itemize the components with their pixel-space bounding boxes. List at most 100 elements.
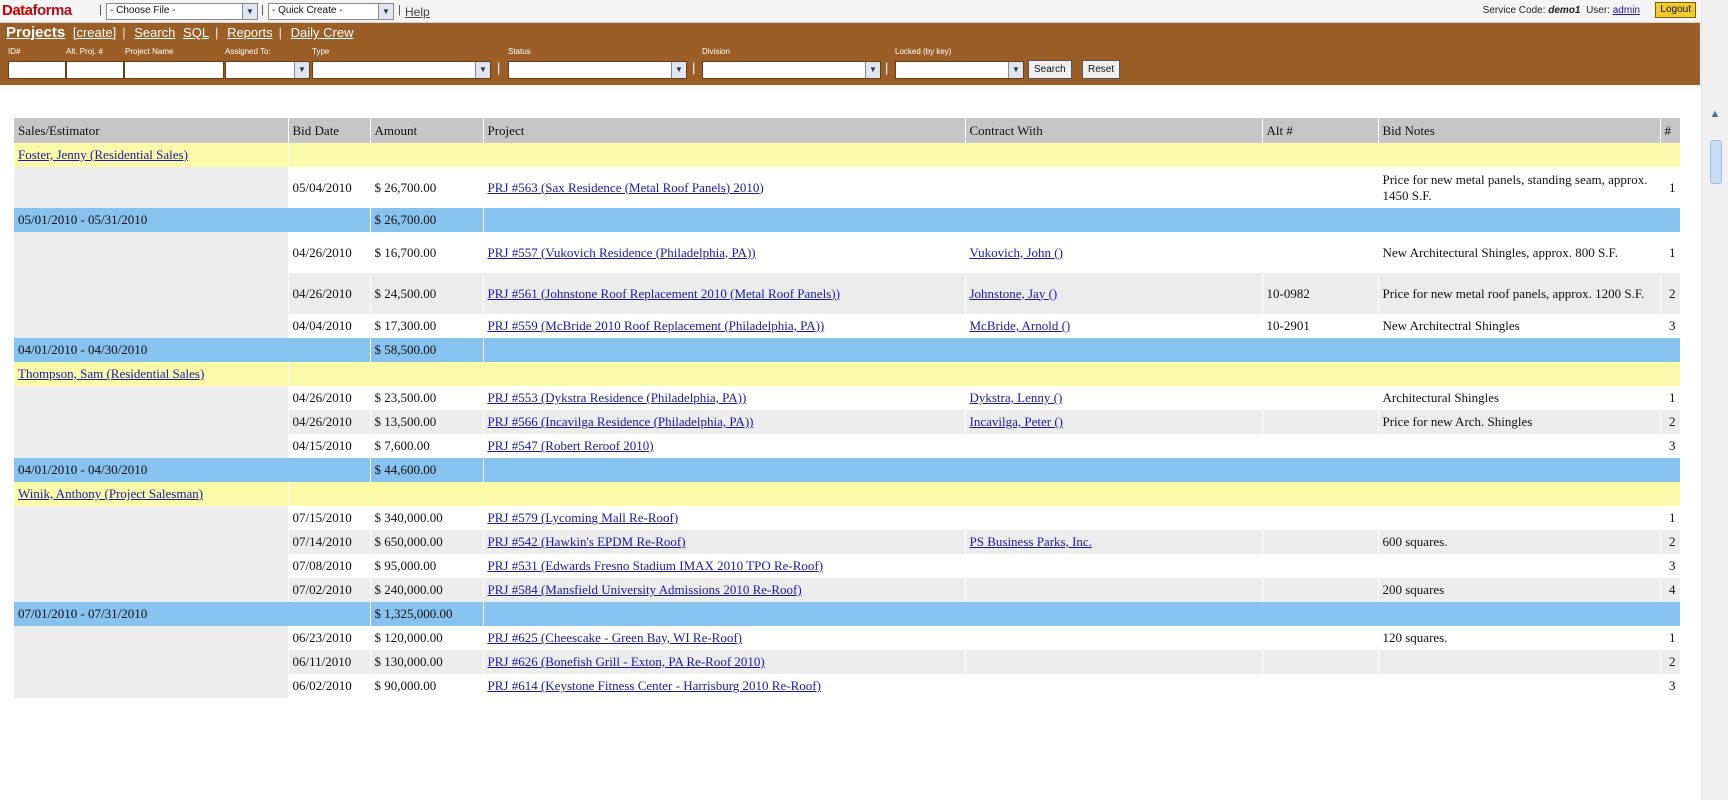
separator: |: [497, 60, 501, 75]
contract-cell-link[interactable]: Johnstone, Jay (): [970, 286, 1058, 301]
project-cell-link[interactable]: PRJ #553 (Dykstra Residence (Philadelphi…: [488, 390, 747, 405]
project-cell: PRJ #579 (Lycoming Mall Re-Roof): [483, 506, 966, 530]
project-cell-link[interactable]: PRJ #579 (Lycoming Mall Re-Roof): [488, 510, 679, 525]
table-row[interactable]: 06/11/2010 $ 130,000.00 PRJ #626 (Bonefish…: [14, 650, 1681, 674]
bid-notes-cell-text: 120 squares.: [1382, 630, 1448, 645]
contract-cell-link[interactable]: Vukovich, John (): [970, 245, 1063, 260]
table-row[interactable]: 07/08/2010 $ 95,000.00 PRJ #531 (Edwards F…: [14, 554, 1681, 578]
type-select[interactable]: ▼: [312, 61, 491, 79]
help-link[interactable]: Help: [405, 5, 430, 19]
table-row[interactable]: 07/14/2010 $ 650,000.00 PRJ #542 (Hawkin's…: [14, 530, 1681, 554]
project-name-label: Project Name: [125, 47, 174, 56]
search-button[interactable]: Search: [1028, 60, 1072, 79]
alt-cell: [1262, 386, 1379, 410]
logout-button[interactable]: Logout: [1655, 2, 1696, 18]
column-header[interactable]: Sales/Estimator: [14, 118, 289, 143]
estimator-empty-cell: [14, 578, 289, 602]
table-row[interactable]: 05/04/2010 $ 26,700.00 PRJ #563 (Sax Resid…: [14, 167, 1681, 208]
bid-date-cell: 04/26/2010: [288, 410, 371, 434]
table-row[interactable]: 04/26/2010 $ 16,700.00 PRJ #557 (Vukovich …: [14, 232, 1681, 273]
top-toolbar: Dataforma | - Choose File - ▼ | - Quick …: [0, 0, 1700, 23]
amount-cell: $ 130,000.00: [370, 650, 484, 674]
app-logo: Dataforma: [2, 2, 72, 19]
scroll-up-icon[interactable]: ▲: [1708, 108, 1722, 122]
table-row[interactable]: 06/23/2010 $ 120,000.00 PRJ #625 (Cheescak…: [14, 626, 1681, 650]
vertical-scrollbar[interactable]: ▲: [1701, 0, 1728, 800]
table-row[interactable]: 07/15/2010 $ 340,000.00 PRJ #579 (Lycoming…: [14, 506, 1681, 530]
project-cell-link[interactable]: PRJ #561 (Johnstone Roof Replacement 201…: [488, 286, 840, 301]
project-cell-link[interactable]: PRJ #626 (Bonefish Grill - Exton, PA Re-…: [488, 654, 765, 669]
assigned-to-select[interactable]: ▼: [225, 61, 310, 79]
contract-cell: PS Business Parks, Inc.: [965, 530, 1263, 554]
user-link[interactable]: admin: [1613, 5, 1640, 16]
amount-cell-text: $ 24,500.00: [374, 285, 437, 301]
project-cell-link[interactable]: PRJ #559 (McBride 2010 Roof Replacement …: [488, 318, 825, 333]
column-header[interactable]: Bid Date: [288, 118, 371, 143]
estimator-cell-link[interactable]: Foster, Jenny (Residential Sales): [18, 147, 188, 162]
column-header[interactable]: Project: [483, 118, 966, 143]
contract-cell-link[interactable]: PS Business Parks, Inc.: [970, 534, 1092, 549]
separator: |: [99, 4, 102, 16]
bid-notes-cell-text: 600 squares.: [1382, 534, 1448, 549]
projects-link[interactable]: Projects: [6, 24, 65, 41]
project-name-input[interactable]: [124, 61, 224, 79]
row-number-cell-text: 3: [1669, 318, 1676, 333]
quick-create-select[interactable]: - Quick Create - ▼: [268, 3, 394, 20]
column-header[interactable]: Contract With: [965, 118, 1263, 143]
row-number-cell: 1: [1660, 167, 1681, 208]
chevron-down-icon: ▼: [378, 4, 393, 19]
project-cell-link[interactable]: PRJ #557 (Vukovich Residence (Philadelph…: [488, 245, 756, 260]
alt-cell: [1262, 674, 1379, 698]
table-row[interactable]: 06/02/2010 $ 90,000.00 PRJ #614 (Keystone …: [14, 674, 1681, 698]
estimator-cell-link[interactable]: Thompson, Sam (Residential Sales): [18, 366, 204, 381]
column-header[interactable]: #: [1660, 118, 1681, 143]
amount-cell-text: $ 95,000.00: [374, 558, 437, 573]
contract-cell-link[interactable]: Incavilga, Peter (): [970, 414, 1063, 429]
amount-cell: $ 240,000.00: [370, 578, 484, 602]
table-row[interactable]: 04/26/2010 $ 23,500.00 PRJ #553 (Dykstra R…: [14, 386, 1681, 410]
period-range-cell-text: 04/01/2010 - 04/30/2010: [18, 342, 148, 357]
table-row[interactable]: 04/04/2010 $ 17,300.00 PRJ #559 (McBride 2…: [14, 314, 1681, 338]
reports-link[interactable]: Reports: [227, 25, 273, 40]
reset-button[interactable]: Reset: [1082, 60, 1121, 79]
row-number-cell: 3: [1660, 554, 1681, 578]
row-number-cell: 2: [1660, 650, 1681, 674]
column-header[interactable]: Bid Notes: [1378, 118, 1661, 143]
sql-link[interactable]: SQL: [183, 25, 209, 40]
search-link[interactable]: Search: [134, 25, 175, 40]
project-cell-link[interactable]: PRJ #614 (Keystone Fitness Center - Harr…: [488, 678, 821, 693]
table-row[interactable]: 04/15/2010 $ 7,600.00 PRJ #547 (Robert Rer…: [14, 434, 1681, 458]
locked-select[interactable]: ▼: [895, 61, 1024, 79]
scrollbar-thumb[interactable]: [1710, 140, 1722, 184]
nav-links: Projects [create] | Search SQL | Reports | …: [6, 24, 354, 41]
estimator-empty-cell: [14, 626, 289, 650]
bid-date-cell-text: 06/02/2010: [292, 678, 352, 693]
project-cell-link[interactable]: PRJ #566 (Incavilga Residence (Philadelp…: [488, 414, 754, 429]
project-cell-link[interactable]: PRJ #584 (Mansfield University Admission…: [488, 582, 802, 597]
bid-notes-cell: Price for new metal panels, standing sea…: [1378, 167, 1661, 208]
status-select[interactable]: ▼: [508, 61, 687, 79]
amount-cell-text: $ 240,000.00: [374, 582, 443, 597]
division-select[interactable]: ▼: [702, 61, 881, 79]
amount-cell: $ 24,500.00: [370, 273, 484, 314]
contract-cell-link[interactable]: McBride, Arnold (): [970, 318, 1071, 333]
project-cell-link[interactable]: PRJ #563 (Sax Residence (Metal Roof Pane…: [488, 180, 764, 195]
id-input[interactable]: [8, 61, 66, 79]
estimator-cell-link[interactable]: Winik, Anthony (Project Salesman): [18, 486, 203, 501]
daily-crew-link[interactable]: Daily Crew: [291, 25, 354, 40]
column-header[interactable]: Amount: [370, 118, 484, 143]
bid-notes-cell: [1378, 434, 1661, 458]
table-row[interactable]: 07/02/2010 $ 240,000.00 PRJ #584 (Mansfiel…: [14, 578, 1681, 602]
bid-notes-cell-text: Architectural Shingles: [1382, 390, 1500, 405]
project-cell-link[interactable]: PRJ #625 (Cheescake - Green Bay, WI Re-R…: [488, 630, 743, 645]
contract-cell-link[interactable]: Dykstra, Lenny (): [970, 390, 1063, 405]
alt-proj-input[interactable]: [66, 61, 124, 79]
table-row[interactable]: 04/26/2010 $ 24,500.00 PRJ #561 (Johnstone…: [14, 273, 1681, 314]
project-cell-link[interactable]: PRJ #531 (Edwards Fresno Stadium IMAX 20…: [488, 558, 824, 573]
project-cell-link[interactable]: PRJ #542 (Hawkin's EPDM Re-Roof): [488, 534, 686, 549]
create-link[interactable]: [create]: [73, 25, 116, 40]
column-header[interactable]: Alt #: [1262, 118, 1379, 143]
project-cell-link[interactable]: PRJ #547 (Robert Reroof 2010): [488, 438, 654, 453]
table-row[interactable]: 04/26/2010 $ 13,500.00 PRJ #566 (Incavilga…: [14, 410, 1681, 434]
choose-file-select[interactable]: - Choose File - ▼: [106, 3, 258, 20]
